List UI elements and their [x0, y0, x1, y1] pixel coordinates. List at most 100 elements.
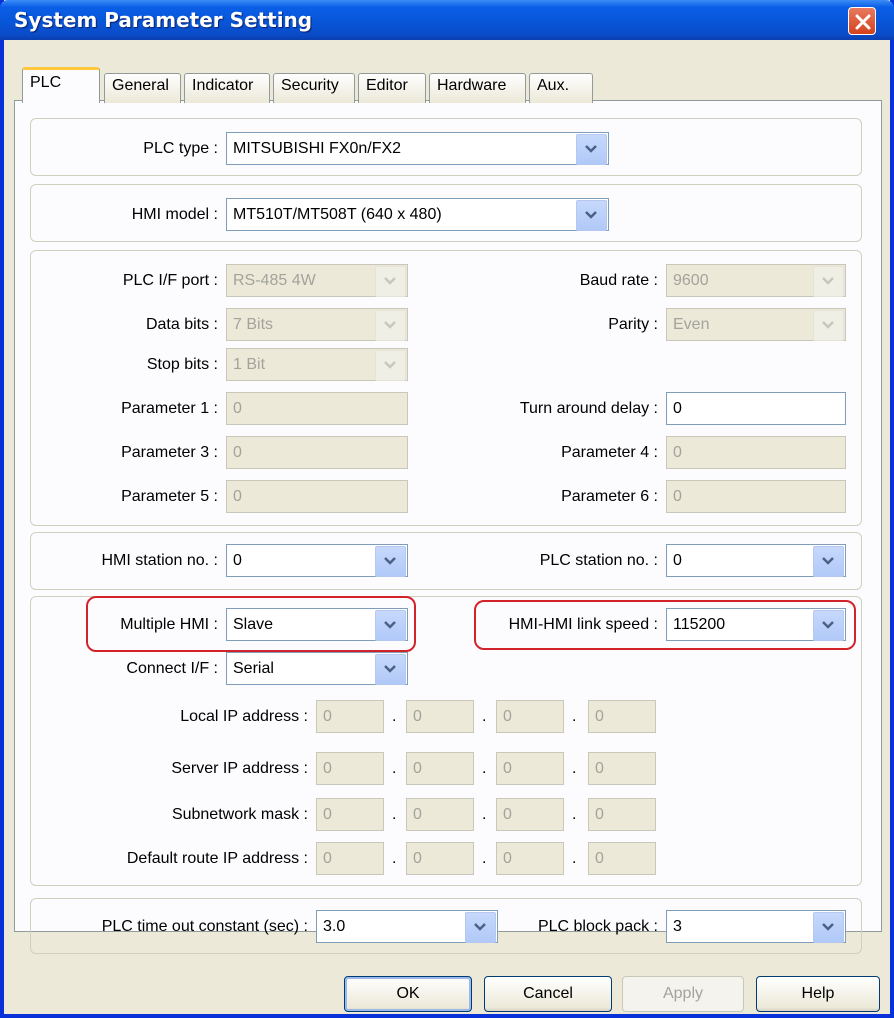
parameter-5-value: 0: [233, 488, 242, 505]
plc-station-select[interactable]: 0: [666, 544, 846, 577]
octet-value: 0: [323, 806, 332, 823]
data-bits-label: Data bits :: [145, 316, 218, 333]
block-pack-select[interactable]: 3: [666, 910, 846, 943]
octet-value: 0: [323, 850, 332, 867]
tab-editor[interactable]: Editor: [358, 73, 426, 103]
multiple-hmi-select[interactable]: Slave: [226, 608, 408, 641]
parity-label: Parity :: [608, 316, 658, 333]
parity-select: Even: [666, 308, 846, 341]
dropdown-arrow-icon[interactable]: [375, 610, 406, 641]
subnet-octet-2: 0: [406, 798, 474, 831]
parameter-6-value: 0: [673, 488, 682, 505]
ip-separator: .: [482, 850, 487, 867]
plc-type-value: MITSUBISHI FX0n/FX2: [233, 140, 402, 157]
dropdown-arrow-icon[interactable]: [375, 546, 406, 577]
ip-separator: .: [392, 708, 397, 725]
parameter-1-field: 0: [226, 392, 408, 425]
dropdown-arrow-icon[interactable]: [576, 200, 607, 231]
parameter-4-field: 0: [666, 436, 846, 469]
dropdown-arrow-icon[interactable]: [465, 912, 496, 943]
tab-indicator[interactable]: Indicator: [184, 73, 270, 103]
local-ip-octet-2: 0: [406, 700, 474, 733]
tab-security[interactable]: Security: [273, 73, 355, 103]
octet-value: 0: [595, 760, 604, 777]
server-ip-octet-3: 0: [496, 752, 564, 785]
dropdown-arrow-icon: [375, 350, 406, 381]
dropdown-arrow-icon[interactable]: [576, 134, 607, 165]
hmi-station-select[interactable]: 0: [226, 544, 408, 577]
local-ip-octet-4: 0: [588, 700, 656, 733]
multiple-hmi-value: Slave: [233, 616, 274, 633]
parameter-5-field: 0: [226, 480, 408, 513]
stop-bits-select: 1 Bit: [226, 348, 408, 381]
tab-plc[interactable]: PLC: [22, 67, 100, 103]
server-ip-label: Server IP address :: [171, 760, 308, 777]
stop-bits-label: Stop bits :: [146, 356, 218, 373]
connect-if-select[interactable]: Serial: [226, 652, 408, 685]
turn-around-delay-label: Turn around delay :: [519, 400, 658, 417]
octet-value: 0: [503, 760, 512, 777]
link-speed-value: 115200: [673, 616, 726, 633]
local-ip-label: Local IP address :: [180, 708, 308, 725]
parameter-1-value: 0: [233, 400, 242, 417]
parameter-5-label: Parameter 5 :: [121, 488, 218, 505]
dropdown-arrow-icon: [375, 310, 406, 341]
route-ip-octet-4: 0: [588, 842, 656, 875]
ip-separator: .: [482, 806, 487, 823]
octet-value: 0: [323, 708, 332, 725]
parameter-3-label: Parameter 3 :: [121, 444, 218, 461]
dropdown-arrow-icon[interactable]: [813, 912, 844, 943]
plc-station-value: 0: [673, 552, 682, 569]
cancel-button[interactable]: Cancel: [484, 976, 612, 1012]
hmi-model-value: MT510T/MT508T (640 x 480): [233, 206, 442, 223]
octet-value: 0: [503, 806, 512, 823]
parameter-4-value: 0: [673, 444, 682, 461]
route-ip-octet-2: 0: [406, 842, 474, 875]
parity-value: Even: [673, 316, 710, 333]
octet-value: 0: [595, 806, 604, 823]
ip-separator: .: [572, 850, 577, 867]
ip-separator: .: [392, 760, 397, 777]
ip-separator: .: [572, 806, 577, 823]
octet-value: 0: [323, 760, 332, 777]
local-ip-octet-3: 0: [496, 700, 564, 733]
subnet-octet-4: 0: [588, 798, 656, 831]
parameter-6-field: 0: [666, 480, 846, 513]
dropdown-arrow-icon: [813, 310, 844, 341]
server-ip-octet-2: 0: [406, 752, 474, 785]
parameter-3-value: 0: [233, 444, 242, 461]
tab-general[interactable]: General: [104, 73, 181, 103]
turn-around-delay-field[interactable]: 0: [666, 392, 846, 425]
ip-separator: .: [392, 806, 397, 823]
plc-if-port-select: RS-485 4W: [226, 264, 408, 297]
dropdown-arrow-icon[interactable]: [813, 546, 844, 577]
subnet-octet-3: 0: [496, 798, 564, 831]
close-button[interactable]: [848, 7, 876, 35]
dropdown-arrow-icon[interactable]: [813, 610, 844, 641]
tab-aux[interactable]: Aux.: [529, 73, 593, 103]
octet-value: 0: [503, 708, 512, 725]
dropdown-arrow-icon: [813, 266, 844, 297]
ok-button[interactable]: OK: [344, 976, 472, 1012]
timeout-constant-select[interactable]: 3.0: [316, 910, 498, 943]
plc-if-port-value: RS-485 4W: [233, 272, 316, 289]
hmi-station-label: HMI station no. :: [101, 552, 219, 569]
dropdown-arrow-icon[interactable]: [375, 654, 406, 685]
server-ip-octet-1: 0: [316, 752, 384, 785]
data-bits-value: 7 Bits: [233, 316, 274, 333]
help-button[interactable]: Help: [756, 976, 880, 1012]
link-speed-select[interactable]: 115200: [666, 608, 846, 641]
hmi-model-select[interactable]: MT510T/MT508T (640 x 480): [226, 198, 609, 231]
server-ip-octet-4: 0: [588, 752, 656, 785]
connect-if-value: Serial: [233, 660, 274, 677]
turn-around-delay-value: 0: [673, 400, 682, 417]
plc-type-select[interactable]: MITSUBISHI FX0n/FX2: [226, 132, 609, 165]
parameter-3-field: 0: [226, 436, 408, 469]
stop-bits-value: 1 Bit: [233, 356, 266, 373]
data-bits-select: 7 Bits: [226, 308, 408, 341]
default-route-ip-label: Default route IP address :: [126, 850, 308, 867]
link-speed-label: HMI-HMI link speed :: [508, 616, 658, 633]
tab-hardware[interactable]: Hardware: [429, 73, 526, 103]
hmi-model-label: HMI model :: [131, 206, 218, 223]
octet-value: 0: [413, 708, 422, 725]
